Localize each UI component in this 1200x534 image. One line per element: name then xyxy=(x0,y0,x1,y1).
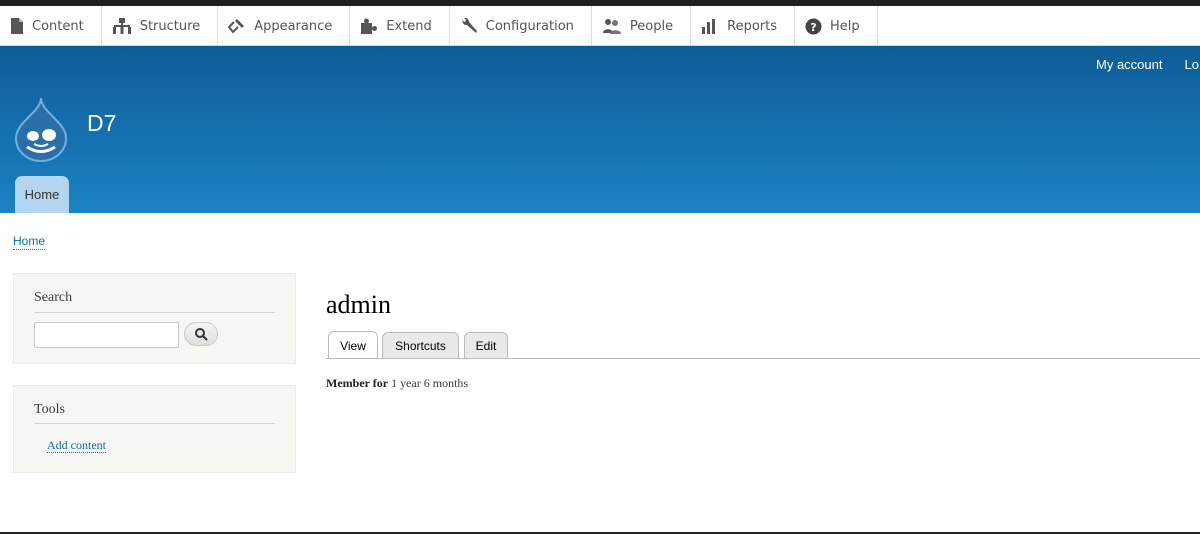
secondary-menu: My account Lo xyxy=(1096,57,1200,72)
member-for-label: Member for xyxy=(326,376,389,390)
toolbar-item-label: Help xyxy=(830,18,860,34)
toolbar-item-label: Extend xyxy=(386,18,432,34)
divider xyxy=(34,423,275,424)
toolbar-item-label: People xyxy=(629,18,674,34)
toolbar-item-appearance[interactable]: Appearance xyxy=(218,6,351,46)
page-title: admin xyxy=(326,290,391,319)
search-block-title: Search xyxy=(34,290,73,305)
site-header: My account Lo D7 Home xyxy=(0,46,1200,213)
puzzle-icon xyxy=(361,18,378,34)
toolbar-item-help[interactable]: ? Help xyxy=(795,6,878,46)
search-block: Search xyxy=(13,273,296,364)
toolbar-item-label: Structure xyxy=(139,18,201,34)
member-for: Member for 1 year 6 months xyxy=(326,376,468,391)
toolbar-item-label: Reports xyxy=(727,18,777,34)
svg-text:?: ? xyxy=(810,21,816,34)
toolbar-item-structure[interactable]: Structure xyxy=(102,6,219,46)
search-button[interactable] xyxy=(184,322,218,346)
help-icon: ? xyxy=(805,18,822,34)
tabs-divider xyxy=(326,358,1200,359)
tools-block-title: Tools xyxy=(34,402,65,417)
toolbar-item-extend[interactable]: Extend xyxy=(350,6,450,46)
divider xyxy=(34,312,275,313)
paintbrush-icon xyxy=(228,19,245,34)
people-icon xyxy=(602,19,621,34)
sitemap-icon xyxy=(112,18,131,34)
tab-view[interactable]: View xyxy=(328,331,378,359)
bar-chart-icon xyxy=(702,19,716,34)
logout-link[interactable]: Lo xyxy=(1184,57,1198,72)
toolbar-item-label: Content xyxy=(32,18,84,34)
toolbar-item-reports[interactable]: Reports xyxy=(691,6,795,46)
wrench-icon xyxy=(462,18,477,33)
toolbar-item-content[interactable]: Content xyxy=(0,6,102,46)
admin-toolbar: Content Structure Appearance Extend Conf… xyxy=(0,6,1200,46)
add-content-link[interactable]: Add content xyxy=(47,438,106,453)
member-for-value: 1 year 6 months xyxy=(391,376,469,390)
search-icon xyxy=(194,327,208,341)
breadcrumb[interactable]: Home xyxy=(13,234,46,250)
file-icon xyxy=(11,18,23,34)
primary-tab-home[interactable]: Home xyxy=(15,176,69,213)
toolbar-item-label: Appearance xyxy=(254,18,333,34)
toolbar-item-people[interactable]: People xyxy=(592,6,692,46)
tools-block: Tools Add content xyxy=(13,385,296,473)
my-account-link[interactable]: My account xyxy=(1096,57,1162,72)
tab-edit[interactable]: Edit xyxy=(464,332,508,359)
drupal-logo-icon[interactable] xyxy=(12,96,70,162)
toolbar-item-label: Configuration xyxy=(485,18,574,34)
tab-shortcuts[interactable]: Shortcuts xyxy=(382,332,459,359)
toolbar-item-configuration[interactable]: Configuration xyxy=(450,6,592,46)
search-input[interactable] xyxy=(34,322,179,348)
site-name[interactable]: D7 xyxy=(87,110,116,137)
